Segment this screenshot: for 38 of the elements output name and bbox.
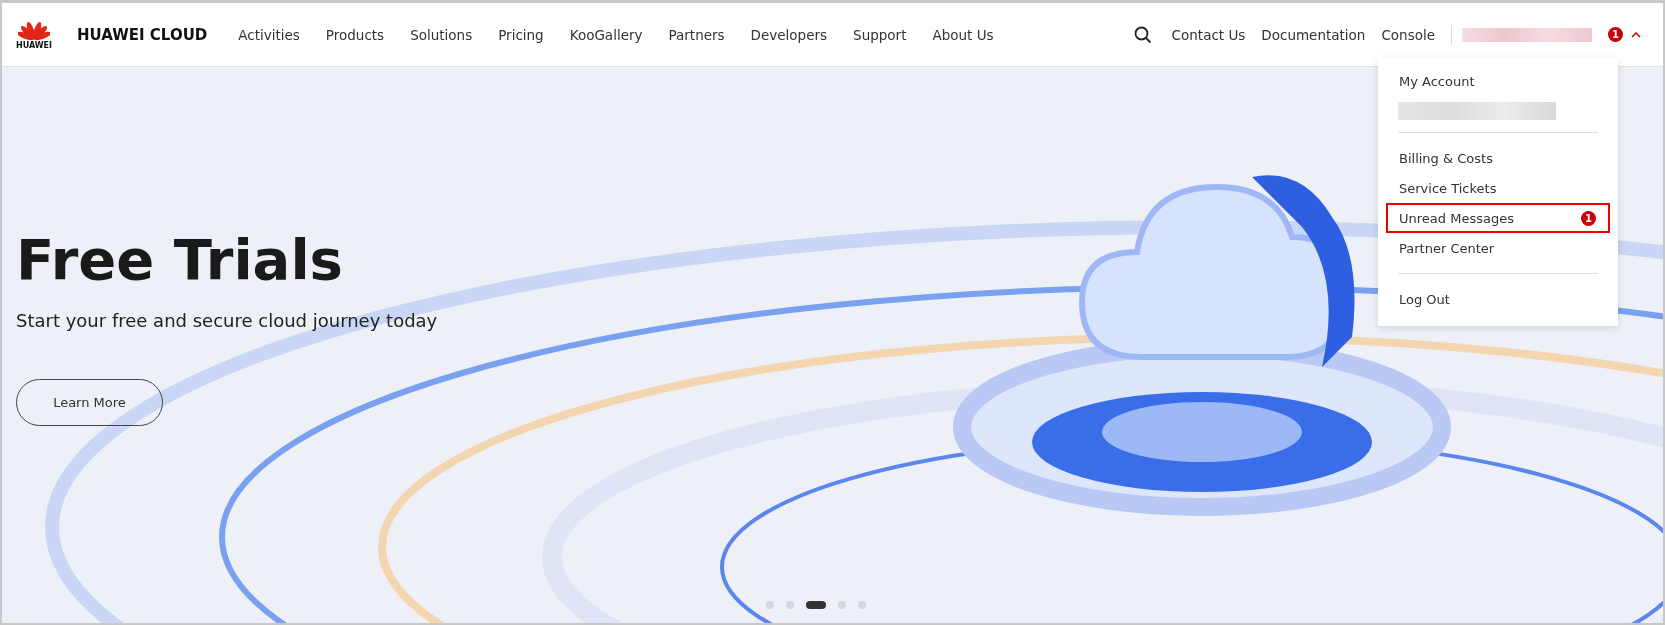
nav-link[interactable]: Partners xyxy=(668,26,725,43)
nav-link[interactable]: Products xyxy=(325,26,385,43)
menu-item[interactable]: Service Tickets xyxy=(1386,173,1610,203)
menu-item-label: Billing & Costs xyxy=(1399,150,1493,166)
hero-title: Free Trials xyxy=(16,232,343,288)
search-icon[interactable] xyxy=(1133,25,1152,44)
carousel-dot[interactable] xyxy=(858,601,866,609)
nav-link[interactable]: Activities xyxy=(238,26,300,43)
menu-item-label: Partner Center xyxy=(1399,240,1495,256)
header-link[interactable]: Console xyxy=(1381,26,1435,43)
nav-link[interactable]: Support xyxy=(853,26,907,43)
menu-item-label: Log Out xyxy=(1399,291,1450,307)
brand-name[interactable]: HUAWEI CLOUD xyxy=(77,25,208,44)
carousel-dot[interactable] xyxy=(786,601,794,609)
menu-item-label: Unread Messages xyxy=(1399,210,1514,226)
nav-link[interactable]: About Us xyxy=(932,26,994,43)
menu-item[interactable]: Unread Messages 1 xyxy=(1386,203,1610,233)
header-link[interactable]: Contact Us xyxy=(1171,26,1246,43)
redacted-username[interactable] xyxy=(1462,27,1592,42)
menu-item-label: Service Tickets xyxy=(1399,180,1497,196)
header-link[interactable]: Documentation xyxy=(1261,26,1366,43)
nav-link[interactable]: Solutions xyxy=(410,26,473,43)
nav-link[interactable]: Pricing xyxy=(498,26,544,43)
flower-logo-icon xyxy=(18,19,50,40)
menu-item-label: My Account xyxy=(1399,73,1475,89)
menu-item[interactable]: My Account xyxy=(1386,66,1610,96)
carousel-dot[interactable] xyxy=(838,601,846,609)
menu-item[interactable]: Log Out xyxy=(1386,284,1610,314)
caret-icon[interactable] xyxy=(1631,31,1641,38)
notification-badge: 1 xyxy=(1608,27,1623,42)
menu-item[interactable]: Partner Center xyxy=(1386,233,1610,263)
count-badge: 1 xyxy=(1581,210,1596,226)
nav-link[interactable]: KooGallery xyxy=(569,26,643,43)
menu-item[interactable]: Billing & Costs xyxy=(1386,143,1610,173)
nav-link[interactable]: Developers xyxy=(750,26,828,43)
hero-subtitle: Start your free and secure cloud journey today xyxy=(16,310,438,331)
logo-text: HUAWEI xyxy=(16,40,53,50)
carousel-dot[interactable] xyxy=(766,601,774,609)
